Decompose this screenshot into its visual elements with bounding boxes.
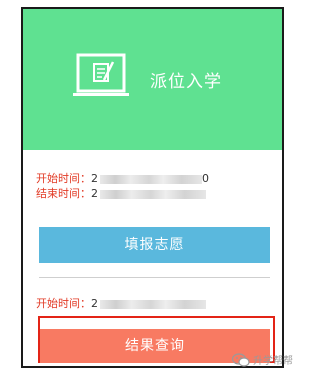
card-header: 派位入学	[23, 9, 282, 150]
section-divider	[39, 277, 270, 278]
redacted-value	[100, 174, 202, 184]
redacted-value	[100, 189, 206, 199]
result-start-time-value: 2	[91, 297, 98, 310]
start-time-value-tail: 0	[202, 172, 209, 185]
enrollment-card: 派位入学 开始时间：2 0 结束时间：2 填报志愿 开始时间：2 结果查询	[21, 7, 284, 368]
wechat-icon	[232, 352, 250, 367]
end-time-row: 结束时间：2	[36, 187, 206, 201]
watermark: 升学帮帮	[232, 352, 293, 367]
page-title: 派位入学	[150, 72, 222, 92]
laptop-edit-icon	[73, 53, 129, 96]
result-start-time-row: 开始时间：2	[36, 297, 206, 311]
end-time-label: 结束时间：	[36, 187, 91, 200]
end-time-value: 2	[91, 187, 98, 200]
fill-preferences-button[interactable]: 填报志愿	[39, 227, 270, 263]
start-time-label: 开始时间：	[36, 172, 91, 185]
watermark-text: 升学帮帮	[253, 356, 293, 367]
start-time-value: 2	[91, 172, 98, 185]
start-time-row: 开始时间：2 0	[36, 172, 209, 186]
redacted-value	[100, 299, 206, 309]
result-start-time-label: 开始时间：	[36, 297, 91, 310]
